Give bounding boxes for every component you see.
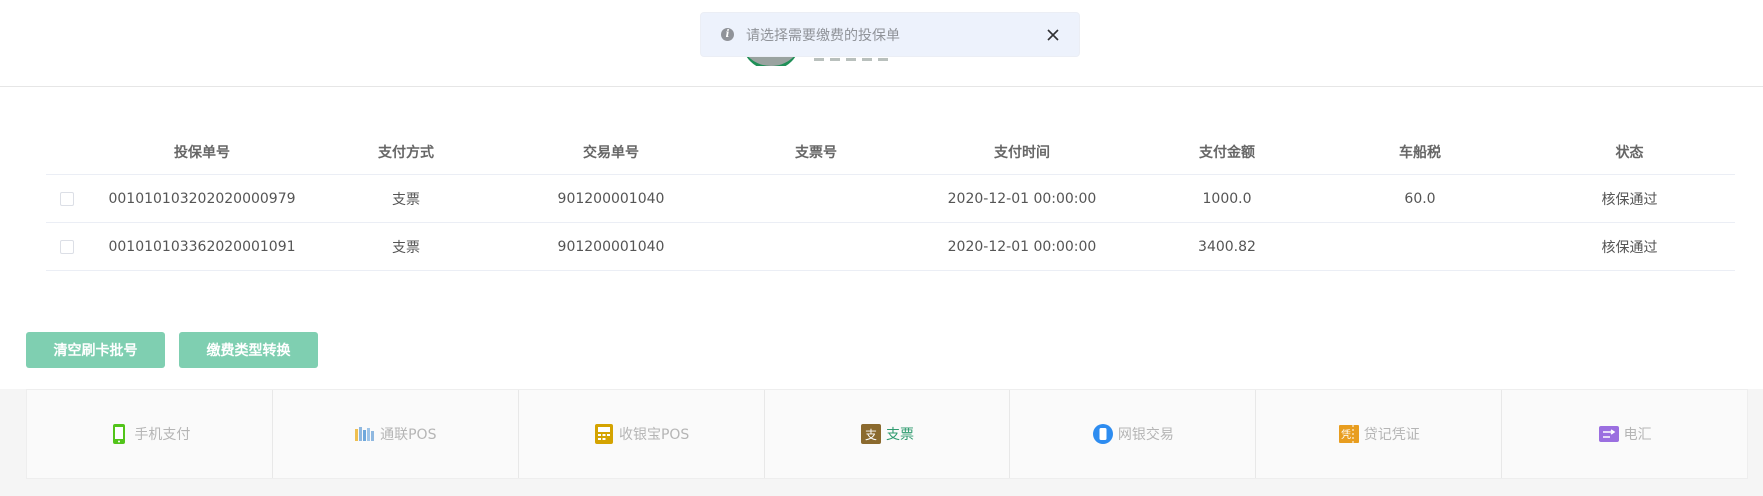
info-icon: i (721, 28, 734, 41)
convert-pay-type-button[interactable]: 缴费类型转换 (179, 332, 318, 368)
tab-label: 电汇 (1623, 427, 1652, 443)
page: i 请选择需要缴费的投保单 投保单号 支付方式 交易单号 支票号 支付时间 支付… (0, 0, 1763, 496)
tab-pos-terminal[interactable]: 收银宝POS (519, 390, 765, 478)
tab-wire-transfer[interactable]: 电汇 (1502, 390, 1747, 478)
tab-cheque[interactable]: 支 支票 (765, 390, 1011, 478)
svg-text:凭: 凭 (1341, 428, 1351, 441)
column-header-cheque-no: 支票号 (795, 144, 837, 161)
payment-tabs: 手机支付 通联POS 收银宝POS 支 支票 网银交易 凭 贷记凭证 电汇 (26, 389, 1748, 479)
column-header-vessel-tax: 车船税 (1399, 144, 1441, 161)
row-checkbox[interactable] (60, 239, 74, 254)
tab-label: 手机支付 (134, 427, 191, 443)
message-toast: i 请选择需要缴费的投保单 (700, 12, 1080, 57)
tab-label: 贷记凭证 (1363, 427, 1420, 443)
amount: 1000.0 (1202, 190, 1252, 207)
column-header-amount: 支付金额 (1199, 144, 1255, 161)
column-header-pay-time: 支付时间 (994, 144, 1050, 161)
policy-no: 001010103202020000979 (108, 190, 296, 207)
pay-time: 2020-12-01 00:00:00 (947, 190, 1097, 207)
row-checkbox-cell (46, 239, 88, 254)
trade-no: 901200001040 (557, 238, 665, 255)
tab-online-bank[interactable]: 网银交易 (1010, 390, 1257, 478)
tab-label: 通联POS (380, 427, 437, 443)
status: 核保通过 (1601, 191, 1658, 208)
wire-transfer-icon (1598, 423, 1620, 445)
status: 核保通过 (1601, 239, 1658, 256)
mobile-phone-icon (108, 423, 130, 445)
table-header-row: 投保单号 支付方式 交易单号 支票号 支付时间 支付金额 车船税 状态 (46, 129, 1735, 175)
policy-table: 投保单号 支付方式 交易单号 支票号 支付时间 支付金额 车船税 状态 0010… (46, 129, 1735, 271)
allinpay-pos-icon (354, 423, 376, 445)
tab-label: 支票 (886, 427, 914, 443)
amount: 3400.82 (1198, 238, 1256, 255)
pay-method: 支票 (392, 191, 420, 208)
toast-message: 请选择需要缴费的投保单 (746, 27, 900, 44)
tab-credit-voucher[interactable]: 凭 贷记凭证 (1256, 390, 1503, 478)
row-checkbox[interactable] (60, 191, 74, 206)
tab-label: 收银宝POS (618, 427, 690, 443)
pos-terminal-icon (593, 423, 615, 445)
online-bank-icon (1092, 423, 1114, 445)
vessel-tax: 60.0 (1404, 190, 1436, 207)
payment-method-bar: 手机支付 通联POS 收银宝POS 支 支票 网银交易 凭 贷记凭证 电汇 (0, 389, 1763, 496)
policy-no: 001010103362020001091 (108, 238, 296, 255)
cheque-icon: 支 (860, 423, 882, 445)
table-row[interactable]: 001010103362020001091 支票 901200001040 20… (46, 223, 1735, 271)
pay-time: 2020-12-01 00:00:00 (947, 238, 1097, 255)
credit-voucher-icon: 凭 (1338, 423, 1360, 445)
column-header-status: 状态 (1615, 144, 1644, 161)
column-header-trade-no: 交易单号 (583, 144, 639, 161)
clear-batch-button[interactable]: 清空刷卡批号 (26, 332, 165, 368)
tab-allinpay-pos[interactable]: 通联POS (273, 390, 519, 478)
column-header-pay-method: 支付方式 (378, 144, 434, 161)
table-row[interactable]: 001010103202020000979 支票 901200001040 20… (46, 175, 1735, 223)
trade-no: 901200001040 (557, 190, 665, 207)
close-icon[interactable] (1043, 25, 1063, 45)
row-checkbox-cell (46, 191, 88, 206)
tab-mobile-pay[interactable]: 手机支付 (27, 390, 273, 478)
pay-method: 支票 (392, 239, 420, 256)
tab-label: 网银交易 (1117, 427, 1174, 443)
column-header-policy-no: 投保单号 (174, 144, 230, 161)
svg-text:支: 支 (865, 428, 877, 442)
